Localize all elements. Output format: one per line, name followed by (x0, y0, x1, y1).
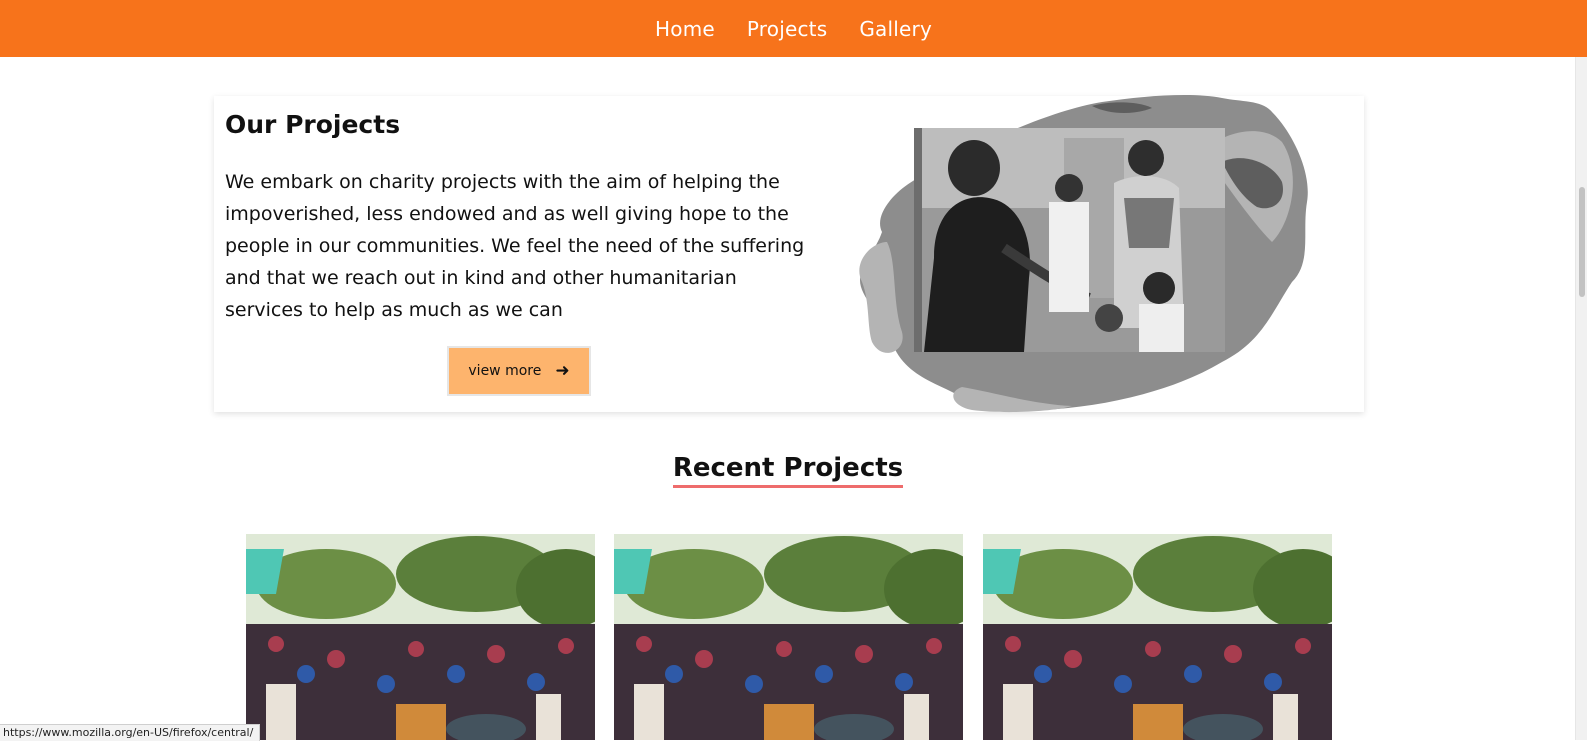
our-projects-title: Our Projects (225, 110, 401, 139)
top-navigation: Home Projects Gallery (0, 0, 1587, 57)
page-scrollbar[interactable] (1575, 57, 1587, 740)
scrollbar-thumb[interactable] (1579, 187, 1585, 297)
project-thumbnail-3[interactable] (983, 534, 1332, 740)
our-projects-description: We embark on charity projects with the a… (225, 171, 805, 321)
project-thumbnail-1[interactable] (246, 534, 595, 740)
recent-projects-heading: Recent Projects (0, 452, 1576, 488)
nav-link-projects[interactable]: Projects (747, 17, 827, 41)
view-more-button[interactable]: view more ➜ (447, 346, 591, 396)
nav-link-home[interactable]: Home (655, 17, 715, 41)
group-photo-image (614, 534, 963, 740)
view-more-label: view more (468, 363, 542, 379)
volunteer-photo-illustration (914, 128, 1225, 352)
recent-projects-title: Recent Projects (672, 452, 904, 488)
group-photo-image (983, 534, 1332, 740)
project-thumbnail-2[interactable] (614, 534, 963, 740)
arrow-right-icon: ➜ (555, 360, 570, 381)
volunteer-photo (914, 128, 1225, 352)
browser-status-url: https://www.mozilla.org/en-US/firefox/ce… (0, 724, 261, 741)
nav-link-gallery[interactable]: Gallery (859, 17, 932, 41)
group-photo-image (246, 534, 595, 740)
